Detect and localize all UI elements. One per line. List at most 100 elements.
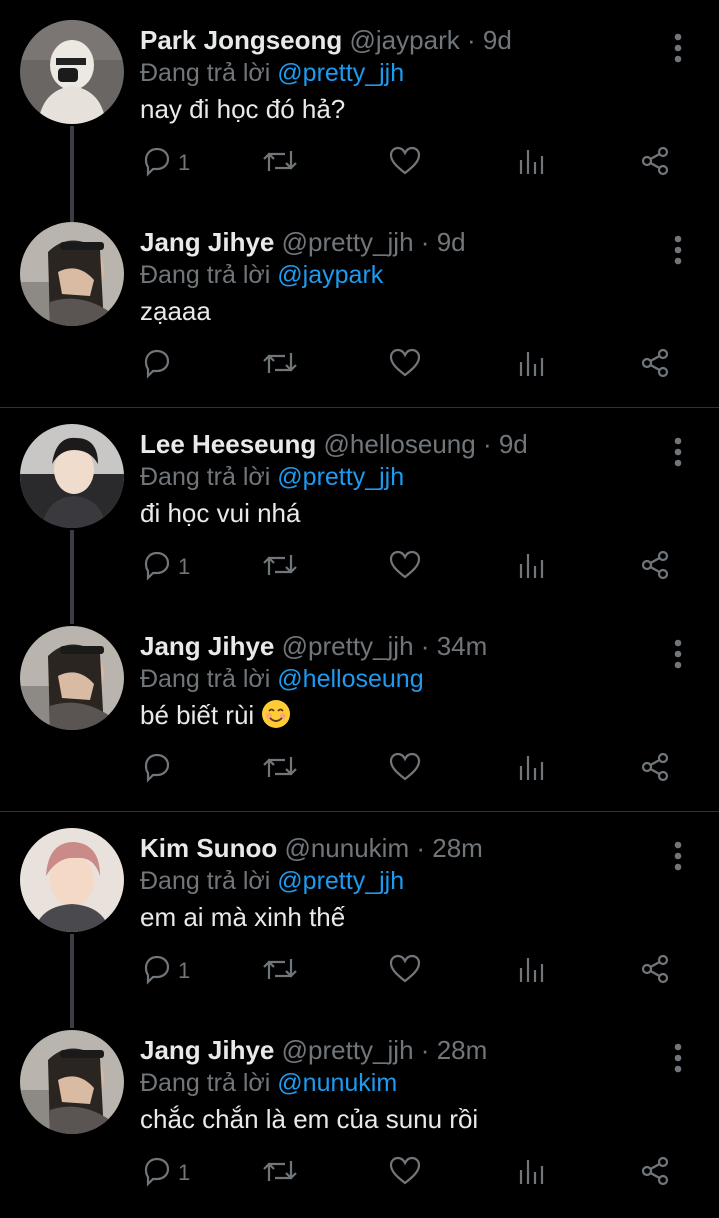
mention-link[interactable]: @helloseung	[277, 665, 423, 693]
replying-to: Đang trả lời @nunukim	[140, 1065, 397, 1101]
reply-icon	[140, 952, 174, 991]
reply-button[interactable]: 1	[140, 946, 190, 996]
retweet-button[interactable]	[260, 744, 300, 794]
more-vertical-icon[interactable]	[666, 232, 690, 268]
views-icon	[515, 952, 549, 991]
tweet[interactable]: Jang Jihye @pretty_jjh · 9d Đang trả lời…	[0, 222, 719, 402]
retweet-button[interactable]	[260, 138, 300, 188]
tweet[interactable]: Kim Sunoo @nunukim · 28m Đang trả lời @p…	[0, 828, 719, 1008]
retweet-icon	[260, 144, 300, 183]
retweet-button[interactable]	[260, 946, 300, 996]
retweet-button[interactable]	[260, 1148, 300, 1198]
like-button[interactable]	[388, 1148, 422, 1198]
timestamp[interactable]: 9d	[499, 429, 528, 459]
retweet-button[interactable]	[260, 340, 300, 390]
views-button[interactable]	[515, 744, 549, 794]
avatar[interactable]	[20, 626, 124, 730]
user-handle[interactable]: @pretty_jjh	[282, 631, 414, 661]
user-handle[interactable]: @jaypark	[350, 25, 460, 55]
replying-to: Đang trả lời @helloseung	[140, 661, 424, 697]
avatar[interactable]	[20, 1030, 124, 1134]
timestamp[interactable]: 9d	[483, 25, 512, 55]
timestamp[interactable]: 9d	[437, 227, 466, 257]
more-vertical-icon[interactable]	[666, 1040, 690, 1076]
more-vertical-icon[interactable]	[666, 636, 690, 672]
separator-dot: ·	[482, 429, 492, 459]
share-button[interactable]	[638, 542, 672, 592]
smiling-face-emoji-icon	[261, 699, 291, 729]
avatar[interactable]	[20, 20, 124, 124]
tweet[interactable]: Jang Jihye @pretty_jjh · 28m Đang trả lờ…	[0, 1030, 719, 1218]
tweet-actions	[130, 744, 690, 794]
mention-link[interactable]: @pretty_jjh	[277, 463, 404, 491]
replying-to: Đang trả lời @pretty_jjh	[140, 863, 404, 899]
views-button[interactable]	[515, 542, 549, 592]
share-button[interactable]	[638, 744, 672, 794]
reply-icon	[140, 144, 174, 183]
views-button[interactable]	[515, 138, 549, 188]
views-button[interactable]	[515, 1148, 549, 1198]
timestamp[interactable]: 28m	[432, 833, 483, 863]
tweet[interactable]: Jang Jihye @pretty_jjh · 34m Đang trả lờ…	[0, 626, 719, 806]
share-button[interactable]	[638, 1148, 672, 1198]
tweet-header: Jang Jihye @pretty_jjh · 34m	[140, 626, 487, 666]
user-handle[interactable]: @pretty_jjh	[282, 1035, 414, 1065]
user-handle[interactable]: @helloseung	[324, 429, 476, 459]
retweet-icon	[260, 952, 300, 991]
reply-button[interactable]	[140, 744, 178, 794]
display-name[interactable]: Jang Jihye	[140, 1035, 274, 1065]
separator-dot: ·	[466, 25, 476, 55]
like-button[interactable]	[388, 744, 422, 794]
tweet-header: Kim Sunoo @nunukim · 28m	[140, 828, 483, 868]
share-icon	[638, 750, 672, 789]
like-icon	[388, 952, 422, 991]
views-button[interactable]	[515, 946, 549, 996]
display-name[interactable]: Kim Sunoo	[140, 833, 277, 863]
like-button[interactable]	[388, 138, 422, 188]
share-icon	[638, 1154, 672, 1193]
user-handle[interactable]: @nunukim	[284, 833, 409, 863]
display-name[interactable]: Lee Heeseung	[140, 429, 316, 459]
tweet[interactable]: Lee Heeseung @helloseung · 9d Đang trả l…	[0, 424, 719, 604]
mention-link[interactable]: @pretty_jjh	[277, 867, 404, 895]
tweet-header: Jang Jihye @pretty_jjh · 28m	[140, 1030, 487, 1070]
tweet-actions: 1	[130, 138, 690, 188]
reply-button[interactable]: 1	[140, 1148, 190, 1198]
timestamp[interactable]: 28m	[437, 1035, 488, 1065]
tweet-header: Park Jongseong @jaypark · 9d	[140, 20, 512, 60]
retweet-icon	[260, 1154, 300, 1193]
share-button[interactable]	[638, 946, 672, 996]
avatar[interactable]	[20, 222, 124, 326]
timestamp[interactable]: 34m	[437, 631, 488, 661]
user-handle[interactable]: @pretty_jjh	[282, 227, 414, 257]
replying-to-label: Đang trả lời	[140, 665, 271, 693]
avatar[interactable]	[20, 424, 124, 528]
reply-icon	[140, 548, 174, 587]
reply-count: 1	[178, 1160, 191, 1185]
more-vertical-icon[interactable]	[666, 434, 690, 470]
like-button[interactable]	[388, 542, 422, 592]
tweet-header: Lee Heeseung @helloseung · 9d	[140, 424, 528, 464]
share-button[interactable]	[638, 340, 672, 390]
display-name[interactable]: Jang Jihye	[140, 227, 274, 257]
share-button[interactable]	[638, 138, 672, 188]
more-vertical-icon[interactable]	[666, 838, 690, 874]
tweet[interactable]: Park Jongseong @jaypark · 9d Đang trả lờ…	[0, 20, 719, 200]
reply-button[interactable]: 1	[140, 138, 190, 188]
mention-link[interactable]: @pretty_jjh	[277, 59, 404, 87]
more-vertical-icon[interactable]	[666, 30, 690, 66]
views-button[interactable]	[515, 340, 549, 390]
like-button[interactable]	[388, 340, 422, 390]
display-name[interactable]: Park Jongseong	[140, 25, 342, 55]
display-name[interactable]: Jang Jihye	[140, 631, 274, 661]
like-button[interactable]	[388, 946, 422, 996]
reply-button[interactable]: 1	[140, 542, 190, 592]
retweet-button[interactable]	[260, 542, 300, 592]
views-icon	[515, 548, 549, 587]
mention-link[interactable]: @jaypark	[277, 261, 383, 289]
reply-icon	[140, 1154, 174, 1193]
mention-link[interactable]: @nunukim	[277, 1069, 397, 1097]
avatar[interactable]	[20, 828, 124, 932]
separator-dot: ·	[420, 227, 430, 257]
reply-button[interactable]	[140, 340, 178, 390]
